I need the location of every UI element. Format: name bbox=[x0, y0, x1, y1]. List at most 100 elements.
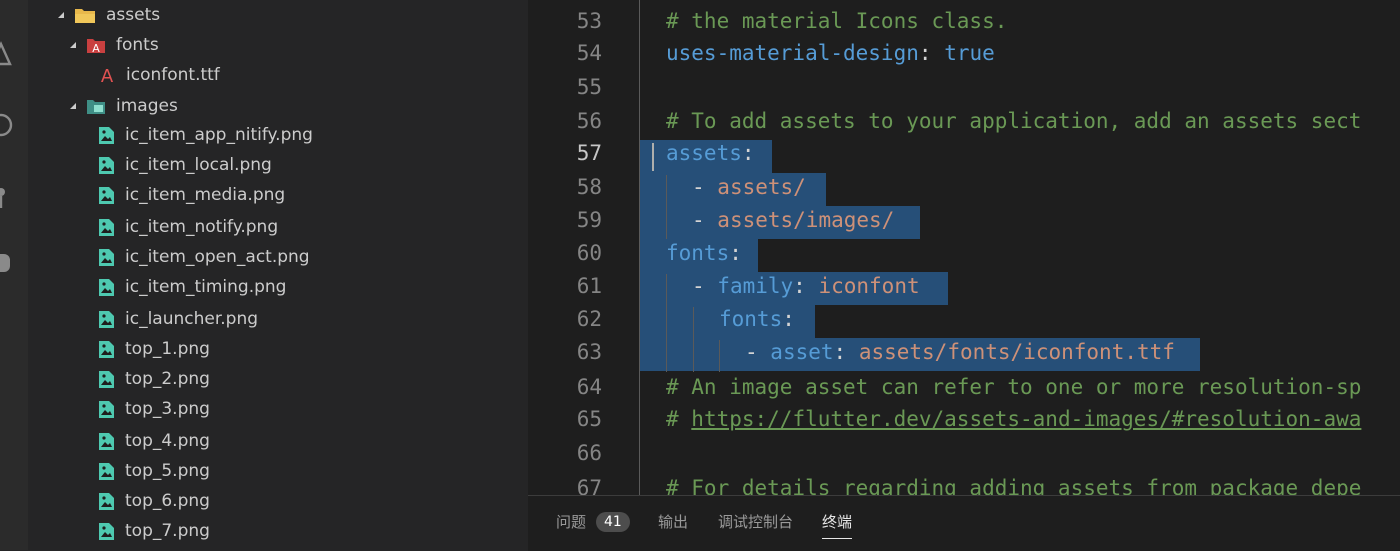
image-file-icon bbox=[99, 218, 114, 236]
line-number: 66 bbox=[576, 441, 602, 465]
tab-problems[interactable]: 问题 41 bbox=[556, 511, 630, 532]
tree-item-label: ic_item_open_act.png bbox=[125, 247, 310, 267]
line-number: 63 bbox=[576, 340, 602, 364]
code-line-54: uses-material-design: true bbox=[666, 41, 995, 65]
colon-token: : bbox=[729, 241, 742, 265]
image-file-icon bbox=[99, 310, 114, 328]
image-file-icon bbox=[99, 462, 114, 480]
tree-item-fonts-folder[interactable]: A fonts bbox=[68, 30, 159, 60]
string-token: assets/images/ bbox=[717, 208, 895, 232]
key-token: assets bbox=[666, 141, 742, 165]
tree-item-label: ic_item_notify.png bbox=[125, 217, 279, 237]
tree-item-label: top_6.png bbox=[125, 491, 210, 511]
key-token: fonts bbox=[666, 241, 730, 265]
tree-item-label: assets bbox=[106, 5, 161, 25]
tree-item-image-file[interactable]: top_7.png bbox=[98, 516, 210, 546]
tree-item-label: top_2.png bbox=[125, 369, 210, 389]
string-token: assets/ bbox=[717, 175, 806, 199]
key-token: fonts bbox=[719, 307, 783, 331]
code-line-53: # the material Icons class. bbox=[666, 9, 1007, 33]
line-number: 57 bbox=[576, 141, 602, 165]
colon-token: : bbox=[741, 141, 755, 165]
tree-item-image-file[interactable]: ic_item_open_act.png bbox=[98, 242, 310, 272]
tab-terminal[interactable]: 终端 bbox=[822, 511, 852, 532]
tree-item-label: images bbox=[116, 96, 178, 116]
colon-token: : bbox=[782, 307, 795, 331]
search-icon[interactable] bbox=[0, 112, 14, 138]
line-number: 59 bbox=[576, 208, 602, 232]
tree-item-image-file[interactable]: ic_item_notify.png bbox=[98, 212, 278, 242]
code-editor[interactable]: 53 54 55 56 57 58 59 60 61 62 63 64 65 66 67 # the mat… bbox=[528, 0, 1400, 495]
image-file-icon bbox=[99, 340, 114, 358]
tree-item-image-file[interactable]: top_4.png bbox=[98, 426, 210, 456]
explorer-icon[interactable] bbox=[0, 40, 14, 66]
colon-token: : bbox=[793, 274, 806, 298]
tree-item-image-file[interactable]: ic_item_app_nitify.png bbox=[98, 120, 313, 150]
code-line-61: - family: iconfont bbox=[692, 274, 920, 298]
comment-token: # bbox=[666, 407, 692, 431]
line-number: 54 bbox=[576, 41, 602, 65]
tab-output[interactable]: 输出 bbox=[658, 511, 688, 532]
url-link[interactable]: https://flutter.dev/assets-and-images/#r… bbox=[691, 407, 1361, 431]
image-file-icon bbox=[99, 248, 114, 266]
line-number: 64 bbox=[576, 375, 602, 399]
tree-item-label: top_1.png bbox=[125, 339, 210, 359]
indent-guide bbox=[719, 340, 720, 372]
code-line-62: fonts: bbox=[719, 307, 795, 331]
problems-count-badge: 41 bbox=[596, 511, 630, 532]
tree-item-image-file[interactable]: top_5.png bbox=[98, 456, 210, 486]
code-line-67: # For details regarding adding assets fr… bbox=[666, 476, 1361, 495]
font-folder-icon: A bbox=[87, 39, 105, 54]
image-file-icon bbox=[99, 432, 114, 450]
tree-item-image-file[interactable]: ic_item_local.png bbox=[98, 150, 272, 180]
line-number: 55 bbox=[576, 75, 602, 99]
source-control-icon[interactable] bbox=[0, 184, 14, 210]
tree-item-image-file[interactable]: top_6.png bbox=[98, 486, 210, 516]
tree-item-assets-folder[interactable]: assets bbox=[56, 0, 160, 30]
line-number: 61 bbox=[576, 274, 602, 298]
expanded-arrow-icon[interactable] bbox=[68, 101, 78, 111]
image-file-icon bbox=[99, 522, 114, 540]
tab-debug-console[interactable]: 调试控制台 bbox=[718, 511, 793, 532]
image-file-icon bbox=[99, 278, 114, 296]
code-line-60: fonts: bbox=[666, 241, 742, 265]
tree-item-image-file[interactable]: ic_launcher.png bbox=[98, 304, 258, 334]
indent-guide bbox=[666, 274, 667, 372]
tree-item-iconfont-file[interactable]: A iconfont.ttf bbox=[98, 60, 220, 90]
svg-text:A: A bbox=[101, 66, 114, 84]
extensions-icon[interactable] bbox=[0, 250, 14, 276]
tree-item-label: top_7.png bbox=[125, 521, 210, 541]
tree-item-label: top_5.png bbox=[125, 461, 210, 481]
code-line-59: - assets/images/ bbox=[692, 208, 894, 232]
tree-item-label: top_3.png bbox=[125, 399, 210, 419]
image-file-icon bbox=[99, 492, 114, 510]
tree-item-image-file[interactable]: ic_item_timing.png bbox=[98, 272, 286, 302]
comment-token: # An image asset can refer to one or mor… bbox=[666, 375, 1362, 399]
active-tab-indicator bbox=[822, 538, 852, 539]
dash-token: - bbox=[692, 208, 718, 232]
code-line-64: # An image asset can refer to one or mor… bbox=[666, 375, 1361, 399]
tree-item-images-folder[interactable]: images bbox=[68, 91, 178, 121]
image-file-icon bbox=[99, 400, 114, 418]
tree-item-image-file[interactable]: ic_item_media.png bbox=[98, 180, 285, 210]
line-number-gutter: 53 54 55 56 57 58 59 60 61 62 63 64 65 66 67 bbox=[528, 0, 602, 495]
tree-item-label: ic_launcher.png bbox=[125, 309, 259, 329]
tree-item-label: ic_item_app_nitify.png bbox=[125, 125, 313, 145]
tree-item-image-file[interactable]: top_3.png bbox=[98, 394, 210, 424]
file-explorer: assets A fonts A iconfont.ttf images ic_… bbox=[28, 0, 528, 550]
tree-item-image-file[interactable]: top_2.png bbox=[98, 364, 210, 394]
tab-label: 问题 bbox=[556, 513, 587, 531]
line-number: 62 bbox=[576, 307, 602, 331]
folder-icon bbox=[75, 9, 95, 23]
expanded-arrow-icon[interactable] bbox=[56, 10, 66, 20]
tab-label: 终端 bbox=[822, 513, 853, 531]
tree-item-label: top_4.png bbox=[125, 431, 210, 451]
string-token: iconfont bbox=[818, 274, 920, 298]
line-number: 53 bbox=[576, 9, 602, 33]
colon-token: : bbox=[833, 340, 847, 364]
line-number: 60 bbox=[576, 241, 602, 265]
tree-item-image-file[interactable]: top_1.png bbox=[98, 334, 210, 364]
font-file-icon: A bbox=[101, 66, 114, 84]
code-line-56: # To add assets to your application, add… bbox=[666, 109, 1361, 133]
expanded-arrow-icon[interactable] bbox=[68, 40, 78, 50]
